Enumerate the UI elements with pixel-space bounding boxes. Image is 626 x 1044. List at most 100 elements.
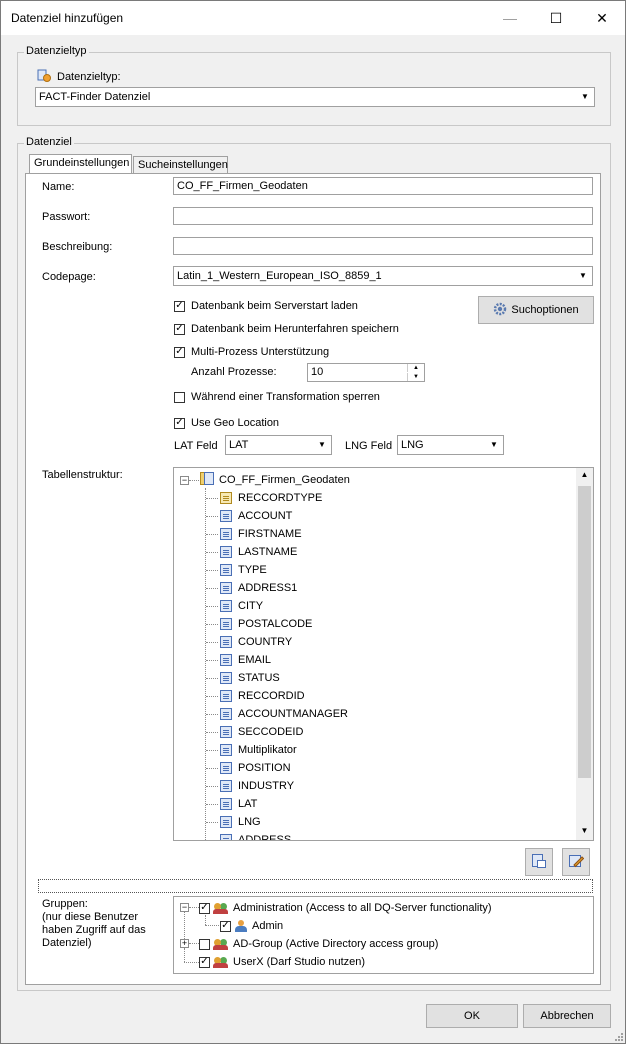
stepper-down-icon[interactable]: ▼ (407, 373, 424, 381)
stepper-up-icon[interactable]: ▲ (407, 364, 424, 372)
tree-field-item[interactable]: STATUS (220, 669, 280, 687)
tree-field-item[interactable]: COUNTRY (220, 633, 292, 651)
lng-value: LNG (401, 439, 424, 451)
description-input[interactable] (173, 237, 593, 255)
tree-field-item[interactable]: RECCORDID (220, 687, 305, 705)
tree-field-item[interactable]: FIRSTNAME (220, 525, 302, 543)
chevron-down-icon: ▼ (490, 440, 498, 449)
groups-tree[interactable]: − + ✓ Administration (Access to all DQ-S… (173, 896, 594, 974)
tree-field-label: RECCORDTYPE (238, 492, 323, 504)
tree-field-item[interactable]: POSTALCODE (220, 615, 312, 633)
multiprocess-label: Multi-Prozess Unterstützung (191, 346, 330, 358)
edit-icon (568, 853, 585, 872)
tab-sucheinstellungen[interactable]: Sucheinstellungen (133, 156, 228, 174)
description-label: Beschreibung: (42, 241, 113, 253)
field-icon (220, 834, 232, 840)
tree-field-item[interactable]: EMAIL (220, 651, 271, 669)
cancel-button[interactable]: Abbrechen (523, 1004, 611, 1028)
checkbox-box[interactable] (199, 938, 210, 950)
tree-root[interactable]: CO_FF_Firmen_Geodaten (200, 471, 350, 489)
splitter[interactable] (38, 879, 593, 893)
scroll-down-icon[interactable]: ▼ (576, 826, 593, 838)
group-item-ad-group[interactable]: AD-Group (Active Directory access group) (199, 935, 438, 953)
tree-field-label: ADDRESS (238, 834, 292, 841)
group-item-userx[interactable]: ✓ UserX (Darf Studio nutzen) (199, 953, 365, 971)
tree-field-item[interactable]: RECCORDTYPE (220, 489, 322, 507)
tree-field-item[interactable]: Multiplikator (220, 741, 297, 759)
field-icon (220, 510, 232, 522)
multiprocess-checkbox[interactable]: ✓ Multi-Prozess Unterstützung (174, 346, 329, 358)
group-item-administration[interactable]: ✓ Administration (Access to all DQ-Serve… (199, 899, 492, 917)
tree-field-item[interactable]: CITY (220, 597, 263, 615)
tree-root-label: CO_FF_Firmen_Geodaten (219, 474, 350, 486)
lat-select[interactable]: LAT ▼ (225, 435, 332, 455)
group-item-label: AD-Group (Active Directory access group) (233, 938, 439, 950)
tree-field-item[interactable]: INDUSTRY (220, 777, 294, 795)
edit-field-button[interactable] (562, 848, 590, 876)
field-icon (220, 780, 232, 792)
tree-field-label: TYPE (238, 564, 267, 576)
chevron-down-icon: ▼ (581, 92, 589, 101)
field-icon (220, 582, 232, 594)
process-count-stepper[interactable]: 10 ▲ ▼ (307, 363, 425, 382)
datenzieltyp-select[interactable]: FACT-Finder Datenziel ▼ (35, 87, 595, 107)
load-on-start-checkbox[interactable]: ✓ Datenbank beim Serverstart laden (174, 300, 358, 312)
lng-label: LNG Feld (345, 440, 393, 452)
table-structure-tree[interactable]: − CO_FF_Firmen_Geodaten RECCORDTYPE ACCOU… (173, 467, 594, 841)
checkbox-box[interactable]: ✓ (220, 920, 231, 932)
lock-during-transform-checkbox[interactable]: Während einer Transformation sperren (174, 391, 380, 403)
password-input[interactable] (173, 207, 593, 225)
tree-field-item[interactable]: LAT (220, 795, 257, 813)
use-geo-checkbox[interactable]: ✓ Use Geo Location (174, 417, 279, 429)
field-icon (220, 546, 232, 558)
add-field-icon (531, 853, 547, 872)
ok-button[interactable]: OK (426, 1004, 518, 1028)
collapse-icon[interactable]: − (180, 476, 189, 485)
process-count-label: Anzahl Prozesse: (191, 366, 277, 378)
field-icon (220, 672, 232, 684)
tree-field-item[interactable]: LNG (220, 813, 261, 831)
minimize-button[interactable]: — (487, 1, 533, 35)
tab-grundeinstellungen[interactable]: Grundeinstellungen (29, 154, 132, 174)
use-geo-label: Use Geo Location (191, 417, 280, 429)
tree-field-item[interactable]: ADDRESS (220, 831, 292, 841)
maximize-button[interactable]: ☐ (533, 1, 579, 35)
add-field-button[interactable] (525, 848, 553, 876)
group-item-admin[interactable]: ✓ Admin (220, 917, 283, 935)
tree-field-label: ADDRESS1 (238, 582, 298, 594)
close-button[interactable]: ✕ (579, 1, 625, 35)
search-options-button[interactable]: Suchoptionen (478, 296, 594, 324)
datatype-icon (37, 69, 51, 82)
checkbox-box[interactable]: ✓ (199, 956, 210, 968)
scroll-thumb[interactable] (578, 486, 591, 778)
lng-select[interactable]: LNG ▼ (397, 435, 504, 455)
tree-field-label: POSTALCODE (238, 618, 313, 630)
expand-icon[interactable]: + (180, 939, 189, 948)
tree-field-item[interactable]: LASTNAME (220, 543, 297, 561)
password-label: Passwort: (42, 211, 91, 223)
datenziel-legend: Datenziel (24, 136, 74, 148)
codepage-select[interactable]: Latin_1_Western_European_ISO_8859_1 ▼ (173, 266, 593, 286)
tree-field-label: POSITION (238, 762, 291, 774)
tree-field-item[interactable]: ADDRESS1 (220, 579, 297, 597)
groups-label-line: Datenziel) (42, 937, 92, 949)
lat-label: LAT Feld (174, 440, 218, 452)
codepage-value: Latin_1_Western_European_ISO_8859_1 (177, 270, 382, 282)
tree-scrollbar[interactable]: ▲ ▼ (576, 468, 593, 840)
collapse-icon[interactable]: − (180, 903, 189, 912)
tree-field-item[interactable]: TYPE (220, 561, 267, 579)
tree-field-label: ACCOUNT (238, 510, 293, 522)
tree-field-label: STATUS (238, 672, 280, 684)
tree-field-item[interactable]: SECCODEID (220, 723, 303, 741)
tree-field-item[interactable]: ACCOUNT (220, 507, 292, 525)
tree-field-item[interactable]: ACCOUNTMANAGER (220, 705, 348, 723)
checkbox-box[interactable]: ✓ (199, 902, 210, 914)
name-input[interactable]: CO_FF_Firmen_Geodaten (173, 177, 593, 195)
save-on-shutdown-checkbox[interactable]: ✓ Datenbank beim Herunterfahren speichern (174, 323, 399, 335)
tree-field-item[interactable]: POSITION (220, 759, 291, 777)
lat-value: LAT (229, 439, 249, 451)
resize-grip-icon[interactable] (613, 1031, 623, 1041)
scroll-up-icon[interactable]: ▲ (576, 470, 593, 482)
field-icon (220, 564, 232, 576)
tree-field-label: FIRSTNAME (238, 528, 302, 540)
